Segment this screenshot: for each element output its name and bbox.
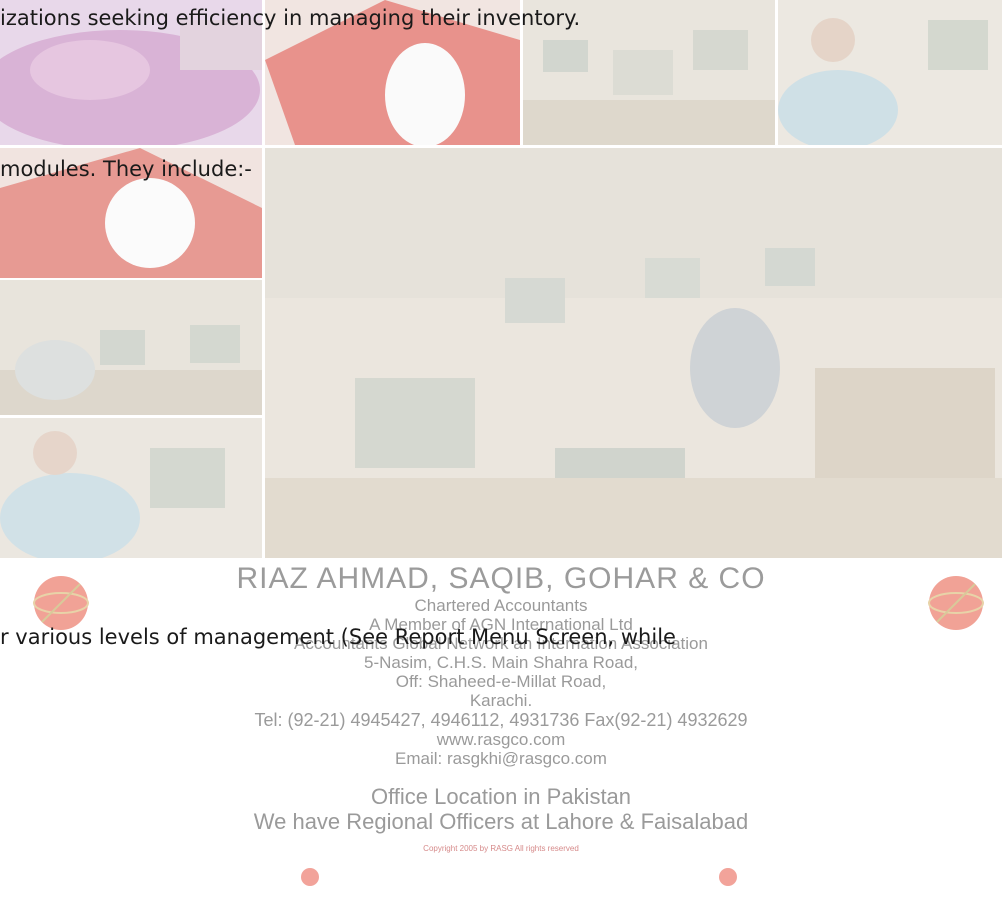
- document-line-3: r various levels of management (See Repo…: [0, 625, 676, 649]
- copyright: Copyright 2005 by RASG All rights reserv…: [423, 844, 579, 853]
- address-city: Karachi.: [469, 691, 533, 710]
- document-line-1: izations seeking efficiency in managing …: [0, 6, 581, 30]
- globe-logo-right-icon: [925, 572, 987, 634]
- photo-open-office: [265, 148, 1002, 558]
- firm-name: RIAZ AHMAD, SAQIB, GOHAR & CO: [236, 562, 766, 595]
- regional-offices: We have Regional Officers at Lahore & Fa…: [253, 809, 749, 834]
- address-line-1: 5-Nasim, C.H.S. Main Shahra Road,: [364, 653, 638, 672]
- email-link[interactable]: Email: rasgkhi@rasgco.com: [0, 749, 1002, 768]
- photo-person-computer: [778, 0, 1002, 145]
- website-link[interactable]: www.rasgco.com: [0, 730, 1002, 749]
- globe-small-left-icon: [300, 867, 320, 887]
- globe-small-right-icon: [718, 867, 738, 887]
- photo-person-typing: [0, 418, 262, 558]
- address-line-2: Off: Shaheed-e-Millat Road,: [395, 672, 607, 691]
- photo-workstations: [0, 280, 262, 415]
- letterhead: RIAZ AHMAD, SAQIB, GOHAR & CO Chartered …: [0, 562, 1002, 854]
- document-line-2: modules. They include:-: [0, 157, 252, 181]
- office-location: Office Location in Pakistan: [370, 784, 632, 809]
- phone-fax: Tel: (92-21) 4945427, 4946112, 4931736 F…: [254, 710, 748, 730]
- firm-designation: Chartered Accountants: [414, 596, 588, 615]
